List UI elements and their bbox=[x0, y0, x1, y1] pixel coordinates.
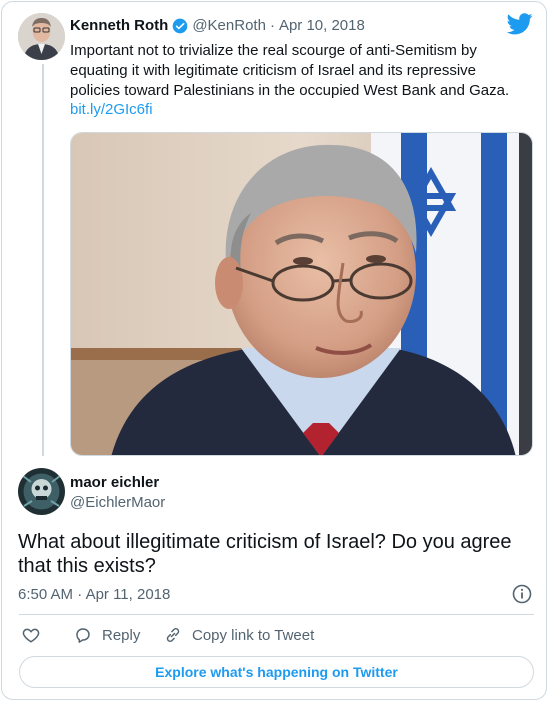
copy-link-button[interactable]: Copy link to Tweet bbox=[164, 626, 314, 644]
explore-twitter-button[interactable]: Explore what's happening on Twitter bbox=[19, 656, 534, 688]
author-handle[interactable]: @KenRoth bbox=[192, 17, 266, 34]
twitter-bird-icon[interactable] bbox=[506, 13, 533, 40]
reply-date: Apr 11, 2018 bbox=[85, 586, 171, 603]
copy-link-icon bbox=[164, 626, 192, 644]
tweet-photo[interactable] bbox=[70, 132, 533, 456]
reply-bubble-icon bbox=[74, 626, 102, 644]
header-separator: · bbox=[269, 17, 275, 34]
verified-badge-icon bbox=[172, 18, 188, 34]
tweet-link[interactable]: bit.ly/2GIc6fi bbox=[70, 101, 153, 118]
author-name[interactable]: Kenneth Roth bbox=[70, 17, 168, 34]
tweet-date[interactable]: Apr 10, 2018 bbox=[279, 17, 365, 34]
reply-author-handle[interactable]: @EichlerMaor bbox=[70, 494, 165, 511]
copy-link-label: Copy link to Tweet bbox=[192, 626, 315, 644]
timestamp-separator: · bbox=[77, 586, 83, 603]
like-heart-icon bbox=[22, 626, 50, 648]
original-tweet-header: Kenneth Roth @KenRoth · Apr 10, 2018 bbox=[70, 17, 365, 34]
maor-eichler-avatar[interactable] bbox=[18, 468, 65, 515]
reply-label: Reply bbox=[102, 626, 141, 644]
explore-label: Explore what's happening on Twitter bbox=[155, 664, 398, 680]
like-button[interactable] bbox=[22, 626, 50, 648]
thread-connector-line bbox=[42, 64, 44, 456]
original-tweet-text: Important not to trivialize the real sco… bbox=[70, 42, 510, 99]
actions-divider bbox=[19, 614, 534, 615]
reply-tweet-text: What about illegitimate criticism of Isr… bbox=[18, 531, 512, 577]
kenneth-roth-avatar[interactable] bbox=[18, 13, 65, 60]
info-icon[interactable] bbox=[512, 584, 532, 609]
tweet-embed-card: Kenneth Roth @KenRoth · Apr 10, 2018 Imp… bbox=[1, 1, 547, 700]
reply-author-name[interactable]: maor eichler bbox=[70, 474, 159, 491]
reply-time: 6:50 AM bbox=[18, 586, 74, 603]
reply-timestamp[interactable]: 6:50 AM · Apr 11, 2018 bbox=[18, 586, 170, 603]
reply-button[interactable]: Reply bbox=[74, 626, 140, 644]
